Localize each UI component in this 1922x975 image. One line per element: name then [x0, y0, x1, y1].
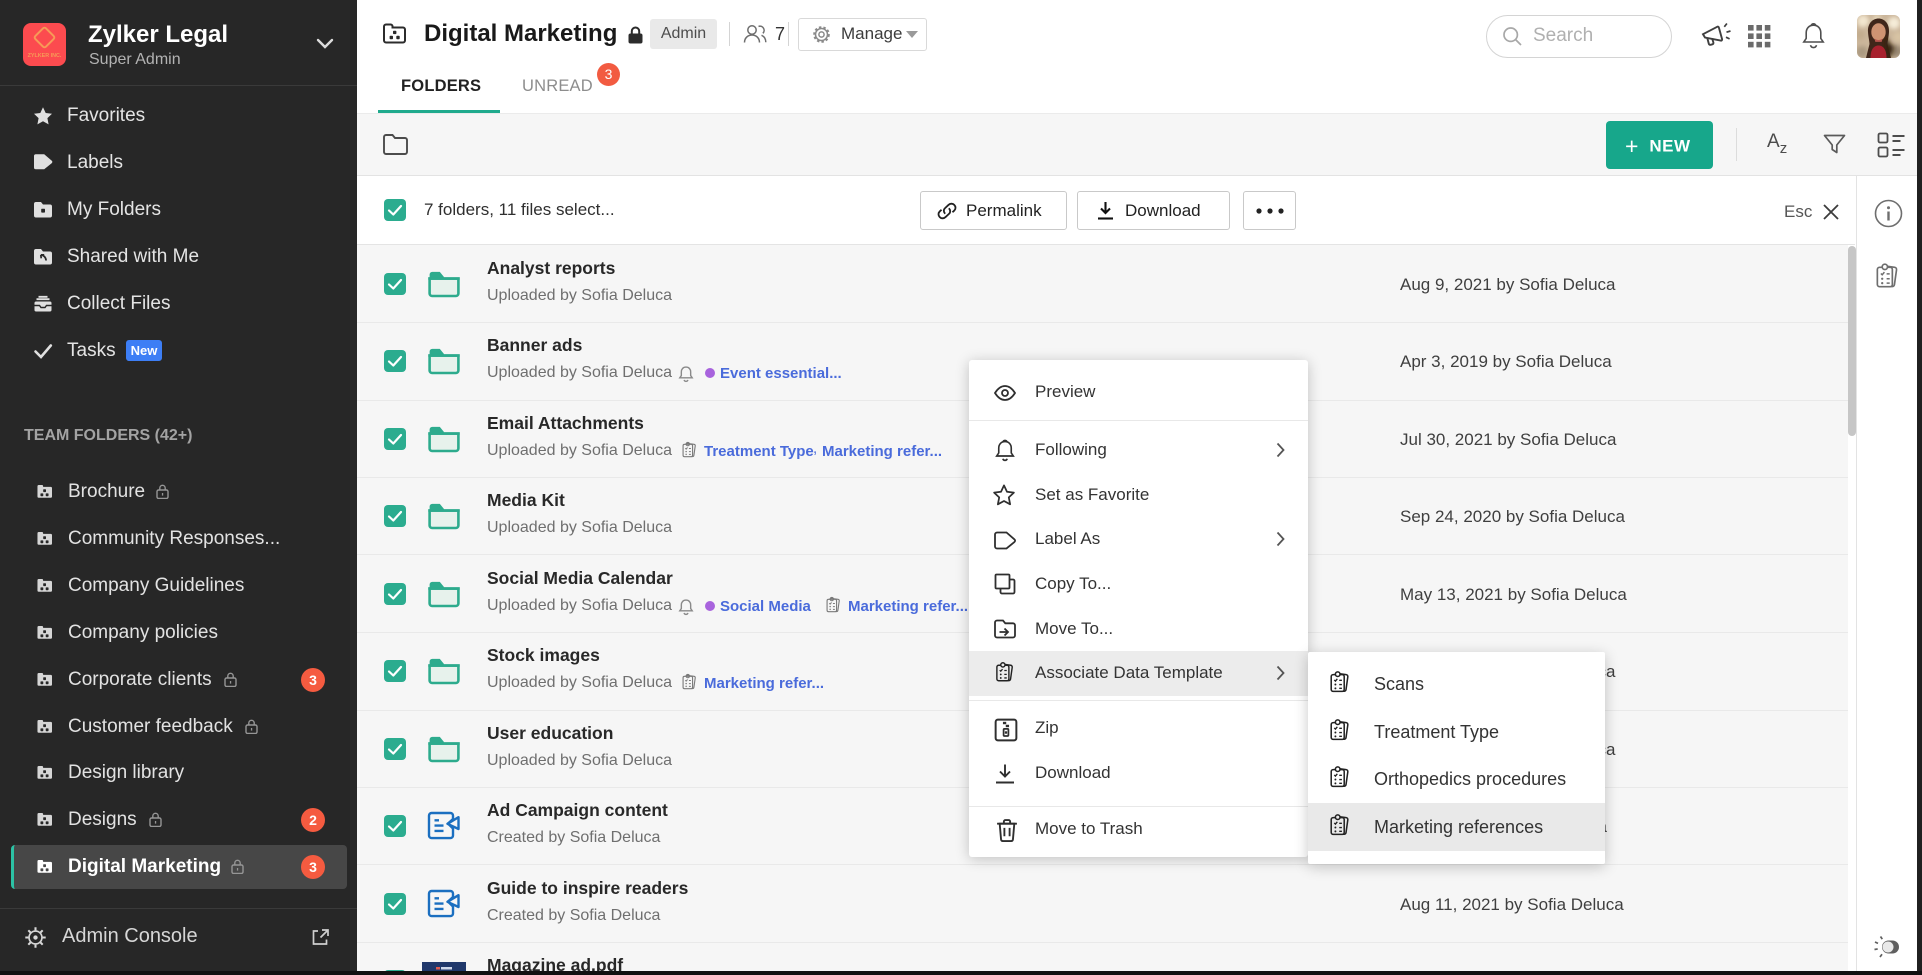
svg-text:ZYLKER INC.: ZYLKER INC.: [28, 53, 62, 59]
